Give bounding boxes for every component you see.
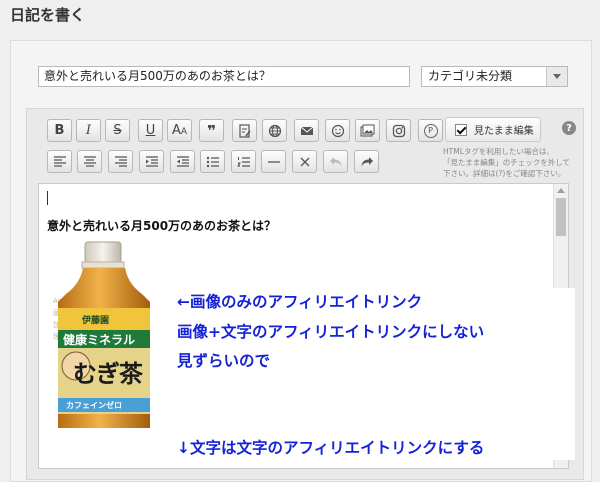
wysiwyg-toggle[interactable]: 見たまま編集 xyxy=(445,117,541,142)
instagram-button[interactable] xyxy=(386,119,411,142)
quote-icon: ❞ xyxy=(207,121,216,140)
title-input[interactable]: 意外と売れいる月500万のあのお茶とは？ xyxy=(38,66,410,87)
font-size-button[interactable]: AA xyxy=(167,119,192,142)
numbered-list-button[interactable] xyxy=(231,150,256,173)
insert-picture-button[interactable] xyxy=(355,119,380,142)
text-caret xyxy=(47,191,48,205)
emoji-button[interactable] xyxy=(325,119,350,142)
align-center-icon xyxy=(83,155,96,167)
pinterest-icon: P xyxy=(423,123,438,138)
numbered-list-icon xyxy=(236,156,250,167)
redo-icon xyxy=(361,156,373,166)
mail-button[interactable] xyxy=(294,119,319,142)
category-selected-value: カテゴリ未分類 xyxy=(428,69,513,83)
product-line1: 健康ミネラル xyxy=(63,333,136,347)
hint-line: HTMLタグを利用したい場合は、 xyxy=(443,147,554,156)
align-center-button[interactable] xyxy=(77,150,102,173)
hint-line: 「見たまま編集」のチェックを外して xyxy=(443,158,571,167)
italic-icon: I xyxy=(85,123,92,138)
bullet-list-icon xyxy=(206,156,219,167)
link-button[interactable] xyxy=(262,119,287,142)
edit-image-button[interactable] xyxy=(232,119,257,142)
picture-icon xyxy=(360,124,375,137)
category-select[interactable]: カテゴリ未分類 xyxy=(421,66,568,87)
pinterest-button[interactable]: P xyxy=(418,119,443,142)
align-left-icon xyxy=(53,155,66,167)
font-size-icon: AA xyxy=(172,123,187,138)
underline-icon: U xyxy=(145,123,156,138)
align-right-button[interactable] xyxy=(108,150,133,173)
align-left-button[interactable] xyxy=(47,150,72,173)
outdent-button[interactable] xyxy=(170,150,195,173)
quote-button[interactable]: ❞ xyxy=(199,119,224,142)
undo-icon xyxy=(329,156,341,166)
close-icon xyxy=(300,157,309,166)
strikethrough-icon: S xyxy=(113,123,122,138)
font-size-big: A xyxy=(171,123,181,138)
scrollbar-thumb[interactable] xyxy=(556,198,566,236)
horizontal-rule-icon xyxy=(267,160,280,163)
underline-button[interactable]: U xyxy=(138,119,163,142)
clear-format-button[interactable] xyxy=(292,150,317,173)
product-brand: 伊藤園 xyxy=(82,316,110,326)
undo-button[interactable] xyxy=(323,150,348,173)
strikethrough-button[interactable]: S xyxy=(105,119,130,142)
annotation-line: 見ずらいので xyxy=(175,350,273,372)
annotation-line: 画像+文字のアフィリエイトリンクにしない xyxy=(175,321,487,343)
chevron-down-icon xyxy=(546,67,567,86)
indent-icon xyxy=(145,155,158,167)
annotation-box xyxy=(170,288,575,460)
indent-button[interactable] xyxy=(139,150,164,173)
bold-button[interactable]: B xyxy=(47,119,72,142)
help-icon[interactable]: ? xyxy=(562,121,576,135)
product-badge: カフェインゼロ xyxy=(66,401,122,410)
scroll-up-icon[interactable] xyxy=(557,188,565,193)
bold-icon: B xyxy=(54,123,65,138)
align-right-icon xyxy=(114,155,127,167)
annotation-line: ←画像のみのアフィリエイトリンク xyxy=(175,291,425,313)
redo-button[interactable] xyxy=(354,150,379,173)
annotation-line: ↓文字は文字のアフィリエイトリンクにする xyxy=(175,437,487,459)
mail-icon xyxy=(300,126,313,135)
font-size-small: A xyxy=(180,127,188,137)
horizontal-rule-button[interactable] xyxy=(261,150,286,173)
smiley-icon xyxy=(331,124,344,137)
hint-line: 下さい。詳細は(?)をご確認下さい。 xyxy=(443,169,566,178)
bullet-list-button[interactable] xyxy=(200,150,225,173)
outdent-icon xyxy=(176,155,189,167)
italic-button[interactable]: I xyxy=(76,119,101,142)
wysiwyg-label: 見たまま編集 xyxy=(474,126,534,137)
html-hint: HTMLタグを利用したい場合は、 「見たまま編集」のチェックを外して 下さい。詳… xyxy=(443,146,583,179)
wysiwyg-checkbox[interactable] xyxy=(455,123,467,136)
page-title: 日記を書く xyxy=(10,6,86,24)
product-line2: むぎ茶 xyxy=(73,360,143,388)
document-edit-icon xyxy=(238,123,251,138)
globe-icon xyxy=(268,124,281,137)
body-heading: 意外と売れいる月500万のあのお茶とは？ xyxy=(47,219,277,233)
instagram-icon xyxy=(392,124,405,137)
